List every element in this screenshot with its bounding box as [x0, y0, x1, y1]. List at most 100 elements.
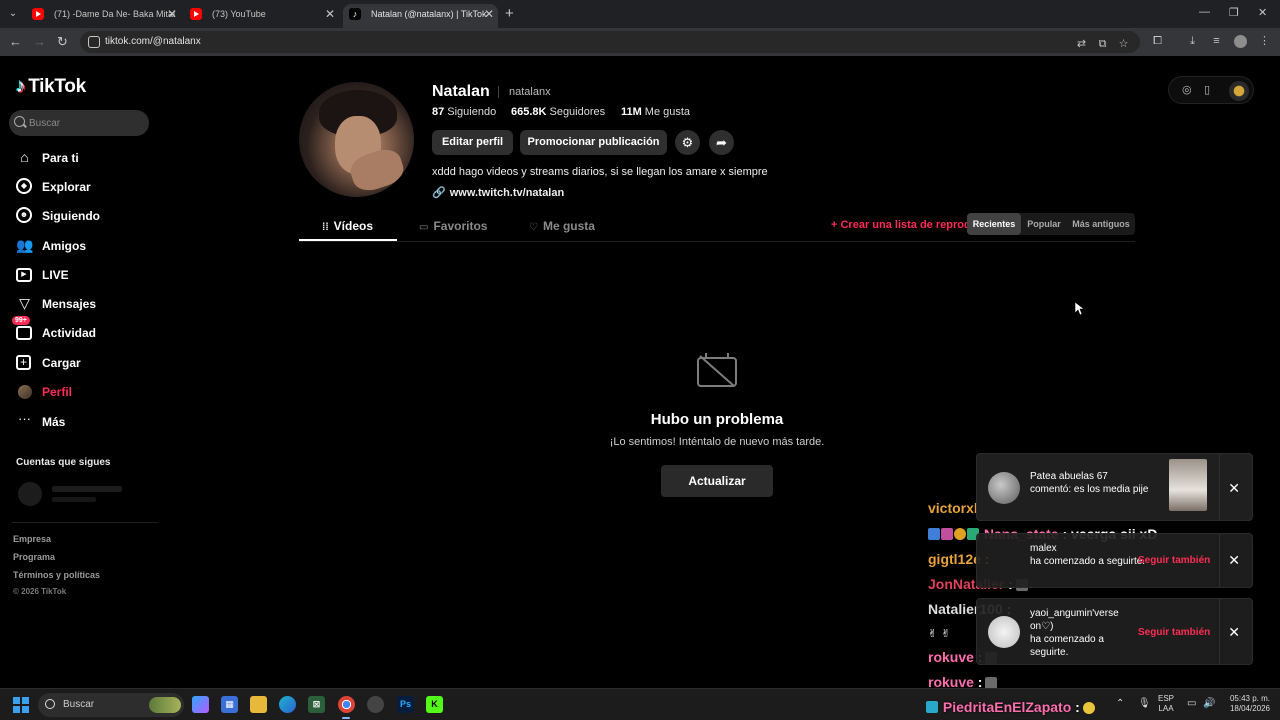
sidebar-item-live[interactable]: ▶ LIVE — [16, 264, 156, 286]
share-icon[interactable]: ➦ — [709, 130, 734, 155]
profile-avatar-icon[interactable] — [1234, 35, 1247, 48]
tab-search-chevron-icon[interactable]: ⌄ — [5, 6, 21, 22]
promote-post-button[interactable]: Promocionar publicación — [520, 130, 667, 155]
sidebar-item-siguiendo[interactable]: ☻ Siguiendo — [16, 205, 156, 227]
refresh-button[interactable]: Actualizar — [661, 465, 773, 497]
microphone-icon[interactable]: 🎙 — [1138, 698, 1151, 709]
close-tab-icon[interactable]: ✕ — [325, 4, 335, 24]
copilot-icon[interactable] — [192, 696, 209, 713]
photoshop-icon[interactable]: Ps — [397, 696, 414, 713]
sidebar-item-actividad[interactable]: 99+ Actividad — [12, 316, 156, 344]
sidebar-item-mensajes[interactable]: ▽ Mensajes — [16, 293, 156, 315]
taskbar-search[interactable]: Buscar — [38, 693, 184, 717]
browser-tab[interactable]: (73) YouTube ✕ — [184, 4, 339, 28]
media-controls-icon[interactable]: ≡ — [1210, 35, 1223, 48]
follow-notification[interactable]: malex ha comenzado a seguirte. Seguir ta… — [976, 533, 1253, 588]
skeleton-avatar — [18, 482, 42, 506]
follow-notification[interactable]: yaoi_angumin'verse on♡) ha comenzado a s… — [976, 598, 1253, 665]
profile-link[interactable]: 🔗 www.twitch.tv/natalan — [432, 186, 564, 199]
mouse-cursor-icon — [1075, 302, 1084, 316]
install-app-icon[interactable]: ⧉ — [1096, 38, 1109, 51]
tiktok-logo[interactable]: ♪ TikTok — [16, 76, 86, 98]
tab-me-gusta[interactable]: ♡ Me gusta — [529, 219, 595, 233]
profile-username: natalanx — [509, 86, 551, 98]
sidebar-item-para-ti[interactable]: ⌂ Para ti — [16, 147, 156, 169]
notification-body: comentó: es los media pije — [1030, 484, 1149, 495]
minimize-icon[interactable]: — — [1199, 6, 1210, 18]
coins-icon[interactable]: ◎ — [1182, 83, 1192, 96]
close-icon[interactable]: ✕ — [1228, 552, 1240, 569]
spreadsheet-icon[interactable]: ⊠ — [308, 696, 325, 713]
error-title: Hubo un problema — [650, 411, 784, 428]
sidebar-item-mas[interactable]: ··· Más — [16, 411, 156, 433]
back-icon[interactable]: ← — [9, 34, 22, 50]
store-icon[interactable]: ▦ — [221, 696, 238, 713]
restore-icon[interactable]: ❐ — [1229, 6, 1239, 19]
chat-username: rokuve — [928, 649, 974, 665]
video-thumbnail[interactable] — [1169, 459, 1207, 511]
volume-icon[interactable]: 🔊 — [1203, 698, 1215, 709]
obs-icon[interactable] — [367, 696, 384, 713]
sidebar-item-cargar[interactable]: + Cargar — [16, 352, 156, 374]
input-language[interactable]: ESP LAA — [1158, 694, 1174, 714]
footer-link-terminos[interactable]: Términos y políticas — [13, 570, 100, 580]
close-tab-icon[interactable]: ✕ — [484, 4, 494, 24]
browser-tab[interactable]: (71) -Dame Da Ne- Baka Mitai ✕ — [26, 4, 181, 28]
follow-back-button[interactable]: Seguir también — [1138, 555, 1210, 566]
sort-mas-antiguos-button[interactable]: Más antiguos — [1067, 213, 1135, 235]
notification-body: ha comenzado a seguirte. — [1030, 556, 1146, 567]
stat-following[interactable]: 87 Siguiendo — [432, 106, 496, 118]
kick-icon[interactable]: K — [426, 696, 443, 713]
address-bar[interactable]: tiktok.com/@natalanx ⇄ ⧉ ☆ — [80, 31, 1140, 53]
comment-notification[interactable]: Patea abuelas 67 comentó: es los media p… — [976, 453, 1253, 521]
taskbar-clock[interactable]: 05:43 p. m. 18/04/2026 — [1222, 694, 1270, 714]
downloads-icon[interactable]: ⤓ — [1186, 35, 1199, 48]
more-icon: ··· — [18, 411, 31, 426]
follow-back-button[interactable]: Seguir también — [1138, 627, 1210, 638]
sidebar-item-amigos[interactable]: 👥 Amigos — [16, 235, 156, 257]
footer-link-empresa[interactable]: Empresa — [13, 534, 51, 544]
close-icon[interactable]: ✕ — [1228, 624, 1240, 641]
sort-recientes-button[interactable]: Recientes — [967, 213, 1021, 235]
close-window-icon[interactable]: ✕ — [1258, 6, 1267, 19]
bookmark-star-icon[interactable]: ☆ — [1117, 38, 1130, 51]
user-avatar[interactable] — [1229, 81, 1249, 101]
chrome-icon[interactable] — [338, 696, 355, 713]
translate-icon[interactable]: ⇄ — [1075, 38, 1088, 51]
extensions-icon[interactable]: ⧠ — [1151, 35, 1164, 48]
stat-followers[interactable]: 665.8K Seguidores — [511, 106, 605, 118]
network-icon[interactable]: ▭ — [1187, 698, 1196, 709]
sidebar-item-label: LIVE — [42, 268, 69, 282]
tab-favoritos[interactable]: ▭ Favoritos — [419, 219, 487, 233]
sidebar-item-explorar[interactable]: ◆ Explorar — [16, 176, 156, 198]
tab-videos[interactable]: ⁞⁞ Vídeos — [322, 219, 373, 233]
windows-start-icon[interactable] — [13, 697, 29, 713]
device-icon[interactable]: ▯ — [1204, 83, 1210, 96]
youtube-icon — [32, 8, 44, 20]
menu-kebab-icon[interactable]: ⋮ — [1258, 35, 1271, 48]
profile-avatar[interactable] — [299, 82, 414, 197]
edge-icon[interactable] — [279, 696, 296, 713]
error-message: ¡Lo sentimos! Inténtalo de nuevo más tar… — [609, 436, 825, 448]
reload-icon[interactable]: ↻ — [57, 34, 68, 50]
sidebar-item-perfil[interactable]: Perfil — [16, 381, 156, 403]
activity-icon — [16, 326, 32, 340]
edit-profile-button[interactable]: Editar perfil — [432, 130, 513, 155]
search-box[interactable] — [9, 110, 149, 136]
notification-title: Patea abuelas 67 — [1030, 471, 1108, 482]
browser-tab-active[interactable]: ♪ Natalan (@natalanx) | TikTok ✕ — [343, 4, 498, 28]
search-input[interactable] — [29, 114, 144, 132]
taskbar-search-label: Buscar — [63, 699, 95, 710]
file-explorer-icon[interactable] — [250, 696, 267, 713]
tray-chevron-icon[interactable]: ⌃ — [1116, 698, 1124, 709]
settings-gear-icon[interactable]: ⚙ — [675, 130, 700, 155]
forward-icon[interactable]: → — [33, 34, 46, 50]
footer-link-programa[interactable]: Programa — [13, 552, 55, 562]
close-icon[interactable]: ✕ — [1228, 480, 1240, 497]
new-tab-button[interactable]: + — [505, 6, 514, 21]
lang-layout: LAA — [1158, 704, 1174, 713]
sort-popular-button[interactable]: Popular — [1021, 213, 1067, 235]
close-tab-icon[interactable]: ✕ — [167, 4, 177, 24]
site-info-icon[interactable] — [88, 36, 100, 48]
hand-emotes-icon: ✌✌ — [928, 628, 955, 640]
